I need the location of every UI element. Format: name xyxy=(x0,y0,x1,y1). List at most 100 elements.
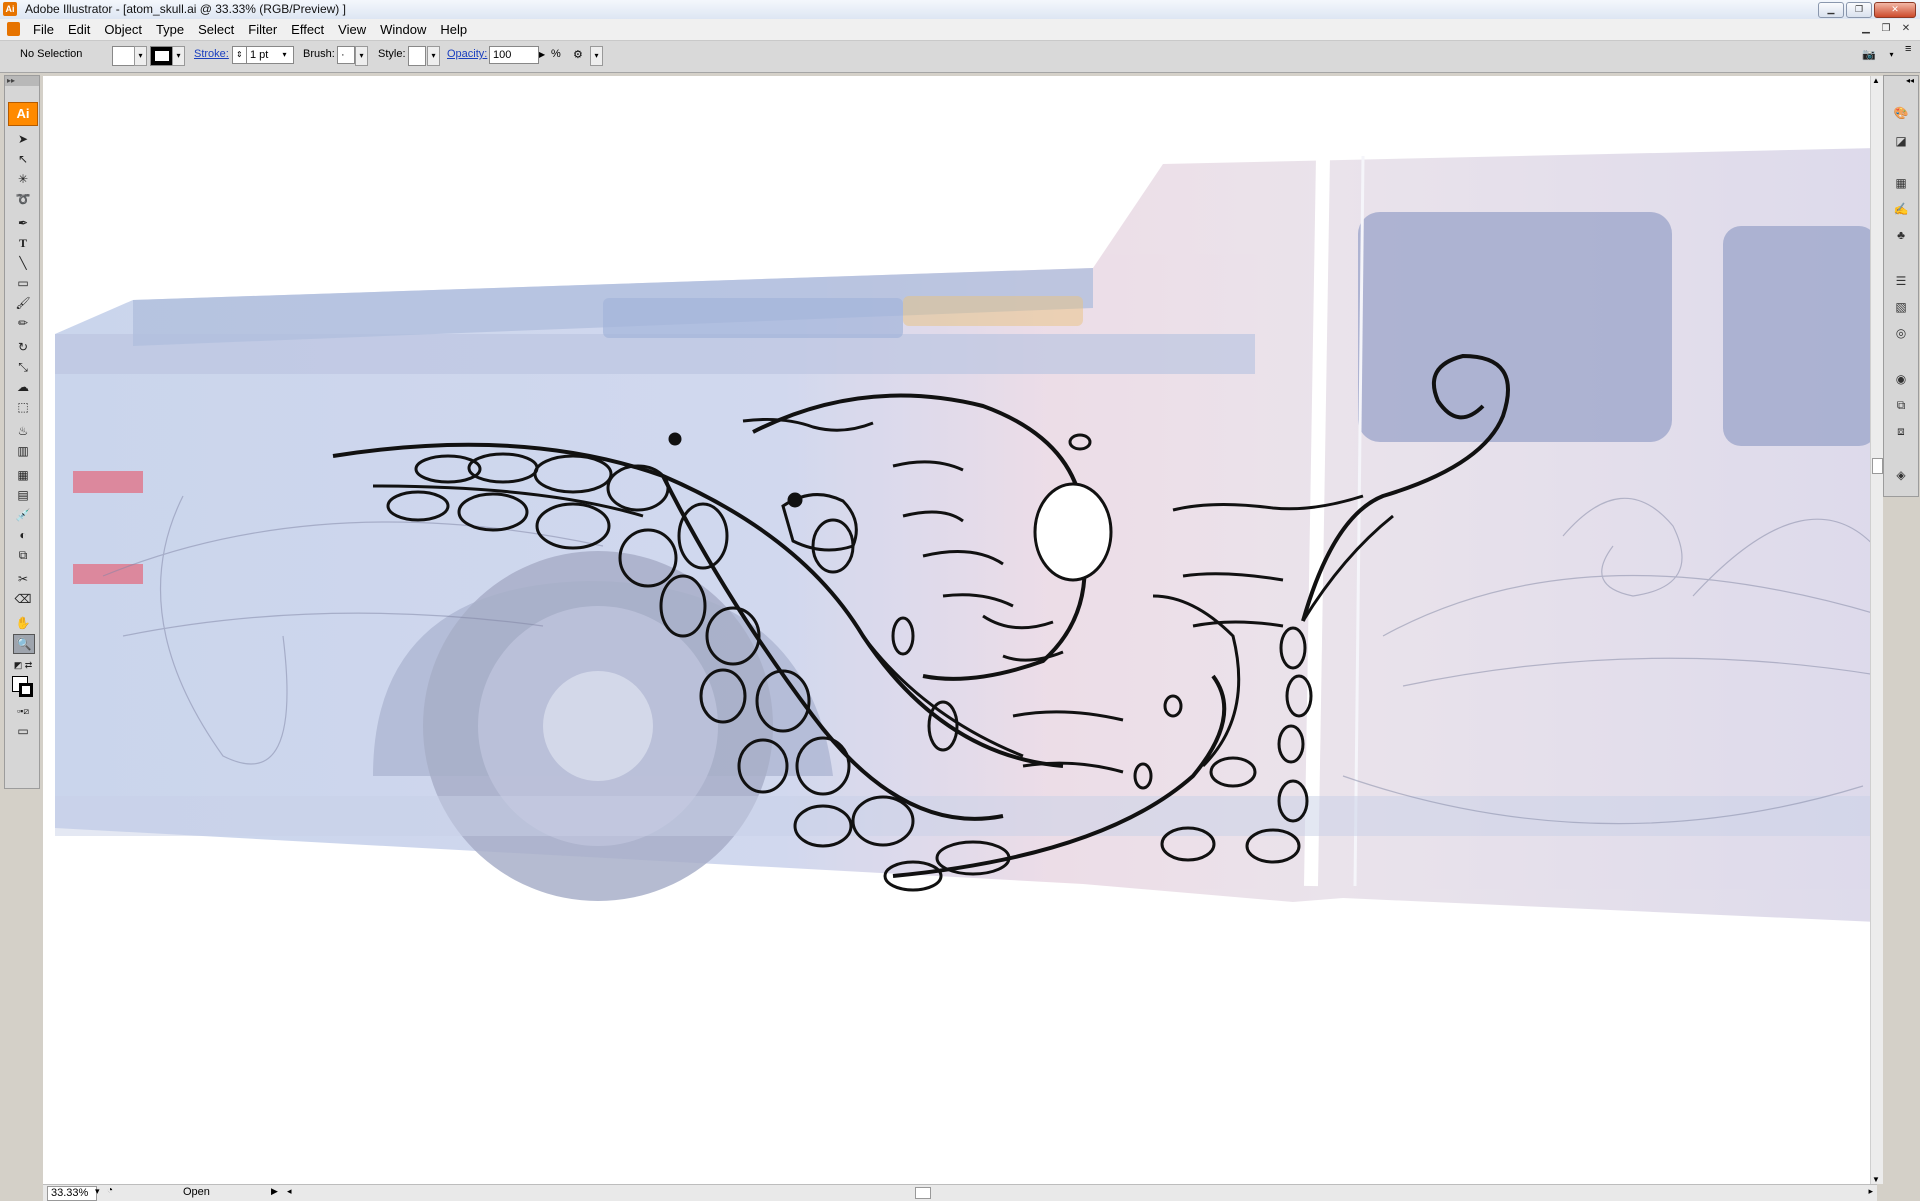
menu-view[interactable]: View xyxy=(331,22,373,37)
color-mode-icons[interactable]: ▫▪⧄ xyxy=(13,702,33,720)
opacity-unit: % xyxy=(551,48,561,60)
stroke-swatch[interactable] xyxy=(150,46,174,66)
gradient-tool-icon[interactable]: ▤ xyxy=(13,486,33,504)
fill-dropdown[interactable]: ▾ xyxy=(134,46,147,66)
menu-file[interactable]: File xyxy=(26,22,61,37)
artboard-canvas[interactable] xyxy=(43,76,1877,1184)
graphic-styles-panel-icon[interactable]: ⧉ xyxy=(1891,396,1911,414)
selection-tool-icon[interactable]: ➤ xyxy=(13,130,33,148)
menu-help[interactable]: Help xyxy=(433,22,474,37)
blend-tool-icon[interactable]: ◐ xyxy=(13,526,33,544)
rectangle-tool-icon[interactable]: ▭ xyxy=(13,274,33,292)
status-options-icon[interactable]: ◔ xyxy=(107,1185,113,1196)
doc-minimize-button[interactable]: ▁ xyxy=(1858,22,1874,36)
selection-status: No Selection xyxy=(20,48,83,60)
status-text: Open xyxy=(183,1186,210,1198)
color-guide-panel-icon[interactable]: ◪ xyxy=(1891,132,1911,150)
direct-selection-tool-icon[interactable]: ↖ xyxy=(13,150,33,168)
pencil-tool-icon[interactable]: ✏ xyxy=(13,314,33,332)
appearance-panel-icon[interactable]: ◉ xyxy=(1891,370,1911,388)
menu-filter[interactable]: Filter xyxy=(241,22,284,37)
menu-window[interactable]: Window xyxy=(373,22,433,37)
opacity-field[interactable]: 100 xyxy=(489,46,539,64)
menu-type[interactable]: Type xyxy=(149,22,191,37)
eyedropper-tool-icon[interactable]: 💉 xyxy=(13,506,33,524)
dock-collapse-icon[interactable]: ◂◂ xyxy=(1906,76,1914,85)
layers-panel-icon[interactable]: ◈ xyxy=(1891,466,1911,484)
brushes-panel-icon[interactable]: ✍ xyxy=(1891,200,1911,218)
zoom-level-field[interactable]: 33.33% xyxy=(47,1186,97,1201)
control-bar: No Selection ▾ ▾ Stroke: ⇕ 1 pt ▾ Brush:… xyxy=(0,41,1920,73)
zoom-dropdown-icon[interactable]: ▾ xyxy=(95,1186,100,1197)
menu-edit[interactable]: Edit xyxy=(61,22,97,37)
type-tool-icon[interactable]: T xyxy=(13,234,33,252)
lasso-tool-icon[interactable]: ➰ xyxy=(13,190,33,208)
vertical-scroll-thumb[interactable] xyxy=(1872,458,1883,474)
stroke-label[interactable]: Stroke: xyxy=(194,48,229,60)
stroke-panel-icon[interactable]: ☰ xyxy=(1891,272,1911,290)
document-icon[interactable] xyxy=(7,22,20,36)
isolate-dropdown[interactable]: ▾ xyxy=(590,46,603,66)
column-graph-tool-icon[interactable]: ▥ xyxy=(13,442,33,460)
opacity-arrow-icon[interactable]: ▶ xyxy=(539,50,545,59)
window-title: Adobe Illustrator - [atom_skull.ai @ 33.… xyxy=(25,2,346,16)
scroll-down-icon[interactable]: ▼ xyxy=(1872,1175,1880,1184)
fill-swatch[interactable] xyxy=(112,46,136,66)
pen-tool-icon[interactable]: ✒ xyxy=(13,214,33,232)
scale-tool-icon[interactable]: ⤡ xyxy=(13,358,33,376)
zoom-tool-icon[interactable]: 🔍 xyxy=(13,634,35,654)
line-tool-icon[interactable]: ╲ xyxy=(13,254,33,272)
stroke-color-box[interactable] xyxy=(19,683,33,697)
isolate-icon[interactable]: ⚙ xyxy=(573,48,583,61)
menu-object[interactable]: Object xyxy=(97,22,149,37)
mesh-tool-icon[interactable]: ▦ xyxy=(13,466,33,484)
screen-mode-icon[interactable]: ▭ xyxy=(13,722,33,740)
workspace-icon[interactable]: 📷 xyxy=(1862,48,1876,61)
magic-wand-tool-icon[interactable]: ✳ xyxy=(13,170,33,188)
status-menu-arrow-icon[interactable]: ▶ xyxy=(271,1186,278,1197)
brush-label: Brush: xyxy=(303,48,335,60)
transparency-panel-icon[interactable]: ◎ xyxy=(1891,324,1911,342)
minimize-button[interactable]: ▁ xyxy=(1818,2,1844,18)
hand-tool-icon[interactable]: ✋ xyxy=(13,614,33,632)
scroll-right-icon[interactable]: ▸ xyxy=(1868,1186,1873,1197)
style-dropdown[interactable]: ▾ xyxy=(427,46,440,66)
rotate-tool-icon[interactable]: ↻ xyxy=(13,338,33,356)
style-label: Style: xyxy=(378,48,406,60)
close-button[interactable]: ✕ xyxy=(1874,2,1916,18)
symbols-panel-icon[interactable]: ♣ xyxy=(1891,226,1911,244)
scroll-up-icon[interactable]: ▲ xyxy=(1872,76,1880,85)
horizontal-scroll-thumb[interactable] xyxy=(915,1187,931,1199)
brush-dropdown[interactable]: ▾ xyxy=(355,46,368,66)
warp-tool-icon[interactable]: ☁ xyxy=(13,378,33,396)
color-panel-icon[interactable]: 🎨 xyxy=(1891,104,1911,122)
brush-field[interactable]: · xyxy=(337,46,355,64)
menu-select[interactable]: Select xyxy=(191,22,241,37)
maximize-button[interactable]: ❐ xyxy=(1846,2,1872,18)
paintbrush-tool-icon[interactable]: 🖌 xyxy=(13,294,33,312)
tools-panel: ▸▸ Ai ➤ ↖ ✳ ➰ ✒ T ╲ ▭ 🖌 ✏ ↻ ⤡ ☁ ⬚ ♨ ▥ ▦ … xyxy=(4,75,40,789)
eraser-tool-icon[interactable]: ⌫ xyxy=(13,590,33,608)
gradient-panel-icon[interactable]: ▧ xyxy=(1891,298,1911,316)
style-swatch[interactable] xyxy=(408,46,426,66)
scroll-left-icon[interactable]: ◂ xyxy=(287,1186,292,1197)
symbol-sprayer-tool-icon[interactable]: ♨ xyxy=(13,422,33,440)
vertical-scrollbar[interactable]: ▲ ▼ xyxy=(1870,76,1883,1184)
align-panel-icon[interactable]: ⧈ xyxy=(1891,422,1911,440)
illustrator-app-icon[interactable]: Ai xyxy=(3,2,17,16)
doc-close-button[interactable]: ✕ xyxy=(1898,22,1914,36)
status-bar: 33.33% ▾ ◔ Open ▶ ◂ ▸ xyxy=(43,1184,1877,1201)
menu-effect[interactable]: Effect xyxy=(284,22,331,37)
panel-menu-icon[interactable]: ≡ xyxy=(1905,43,1911,55)
doc-restore-button[interactable]: ❐ xyxy=(1878,22,1894,36)
default-colors-icon[interactable]: ◩ ⇄ xyxy=(13,656,33,674)
live-paint-tool-icon[interactable]: ⧉ xyxy=(13,546,33,564)
workspace-dropdown[interactable]: ▾ xyxy=(1886,46,1897,64)
stroke-weight-dropdown[interactable]: ▾ xyxy=(279,46,290,64)
opacity-label[interactable]: Opacity: xyxy=(447,48,487,60)
stroke-color-dropdown[interactable]: ▾ xyxy=(172,46,185,66)
slice-tool-icon[interactable]: ✂ xyxy=(13,570,33,588)
swatches-panel-icon[interactable]: ▦ xyxy=(1891,174,1911,192)
tools-panel-grip[interactable]: ▸▸ xyxy=(5,76,39,86)
free-transform-tool-icon[interactable]: ⬚ xyxy=(13,398,33,416)
